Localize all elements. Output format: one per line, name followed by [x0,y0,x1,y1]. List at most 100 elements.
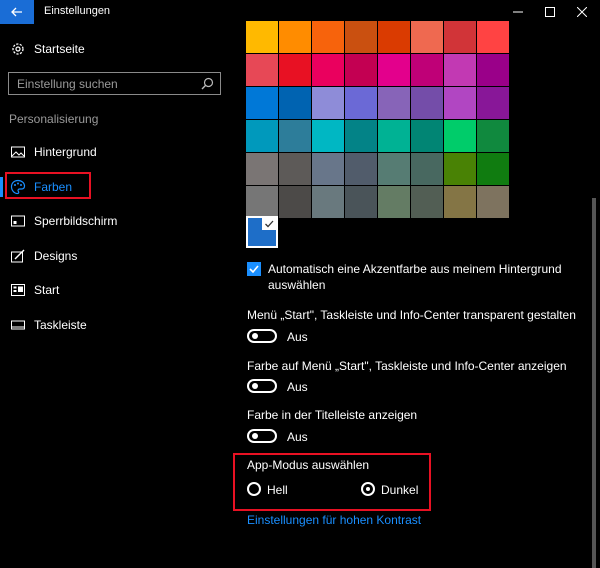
show-color-state: Aus [287,380,308,394]
color-swatch[interactable] [279,120,311,152]
color-swatch[interactable] [246,120,278,152]
color-swatch[interactable] [411,153,443,185]
sidebar: Startseite Personalisierung Hintergrund … [0,24,230,568]
color-swatch[interactable] [246,186,278,218]
start-icon [11,284,25,296]
color-swatch[interactable] [411,21,443,53]
color-swatch[interactable] [279,153,311,185]
color-swatch[interactable] [312,21,344,53]
home-link[interactable]: Startseite [0,34,230,64]
color-swatch[interactable] [477,153,509,185]
gear-icon [12,43,24,55]
show-color-label: Farbe auf Menü „Start", Taskleiste und I… [247,359,567,373]
toggle-knob [252,433,258,439]
window-title: Einstellungen [44,5,111,17]
color-swatch[interactable] [411,120,443,152]
color-swatch[interactable] [477,87,509,119]
sidebar-item-label: Start [34,283,60,297]
color-swatch[interactable] [378,120,410,152]
sidebar-item-label: Taskleiste [34,318,87,332]
color-swatch[interactable] [279,186,311,218]
color-swatch[interactable] [411,186,443,218]
color-swatch[interactable] [246,153,278,185]
show-color-toggle[interactable] [247,379,277,393]
scrollbar[interactable] [592,198,596,568]
auto-accent-checkbox[interactable] [247,262,261,276]
sidebar-item-start[interactable]: Start [0,275,230,305]
color-swatch[interactable] [378,153,410,185]
sidebar-item-designs[interactable]: Designs [0,241,230,271]
sidebar-item-hintergrund[interactable]: Hintergrund [0,137,230,167]
app-mode-title: App-Modus auswählen [247,458,370,472]
search-icon[interactable] [201,77,214,90]
close-icon [577,7,587,17]
color-swatch[interactable] [279,54,311,86]
color-swatch[interactable] [477,120,509,152]
color-swatch[interactable] [477,54,509,86]
farben-highlight-box [5,172,91,199]
color-swatch[interactable] [246,87,278,119]
color-swatch[interactable] [411,54,443,86]
radio-dunkel[interactable] [361,482,375,496]
active-indicator [0,177,3,197]
brush-icon [11,249,25,263]
radio-hell[interactable] [247,482,261,496]
titlebar-color-state: Aus [287,430,308,444]
auto-accent-label-line2: auswählen [268,278,326,292]
color-swatch[interactable] [378,87,410,119]
sidebar-item-label: Designs [34,249,78,263]
color-swatch[interactable] [312,120,344,152]
color-swatch[interactable] [477,186,509,218]
color-swatch[interactable] [312,186,344,218]
back-button[interactable] [0,0,34,24]
color-swatch[interactable] [345,186,377,218]
color-swatch[interactable] [312,54,344,86]
color-swatch[interactable] [411,87,443,119]
search-box[interactable] [8,72,221,95]
close-button[interactable] [566,0,598,24]
selected-corner [262,218,276,230]
color-swatch[interactable] [444,54,476,86]
color-swatch[interactable] [312,87,344,119]
sidebar-item-label: Hintergrund [34,145,97,159]
toggle-knob [252,383,258,389]
color-swatch[interactable] [345,54,377,86]
sidebar-item-sperrbildschirm[interactable]: Sperrbildschirm [0,206,230,236]
color-swatch[interactable] [378,186,410,218]
color-swatch[interactable] [312,153,344,185]
minimize-icon [513,11,523,13]
color-swatch[interactable] [345,21,377,53]
radio-selected-dot [366,487,370,491]
color-swatch[interactable] [444,87,476,119]
transparency-state: Aus [287,330,308,344]
titlebar-color-toggle[interactable] [247,429,277,443]
color-swatch[interactable] [246,21,278,53]
section-title: Personalisierung [9,112,99,126]
color-swatch[interactable] [279,87,311,119]
color-swatch[interactable] [345,153,377,185]
color-swatch[interactable] [378,54,410,86]
color-swatch[interactable] [279,21,311,53]
color-swatch[interactable] [345,120,377,152]
sidebar-item-label: Sperrbildschirm [34,214,118,228]
high-contrast-link[interactable]: Einstellungen für hohen Kontrast [247,513,421,527]
transparency-label: Menü „Start", Taskleiste und Info-Center… [247,308,576,322]
color-swatch[interactable] [444,153,476,185]
color-swatch[interactable] [477,21,509,53]
color-swatch[interactable] [444,120,476,152]
search-input[interactable] [9,73,202,94]
toggle-knob [252,333,258,339]
color-swatch[interactable] [378,21,410,53]
color-swatch[interactable] [444,21,476,53]
color-swatch[interactable] [246,54,278,86]
maximize-button[interactable] [534,0,566,24]
transparency-toggle[interactable] [247,329,277,343]
auto-accent-label: Automatisch eine Akzentfarbe aus meinem … [268,262,562,276]
picture-icon [11,146,25,158]
selected-color-swatch[interactable] [246,216,278,248]
checkmark-icon [249,265,259,274]
color-swatch[interactable] [345,87,377,119]
color-swatch[interactable] [444,186,476,218]
sidebar-item-taskleiste[interactable]: Taskleiste [0,310,230,340]
radio-dunkel-label: Dunkel [381,483,419,497]
